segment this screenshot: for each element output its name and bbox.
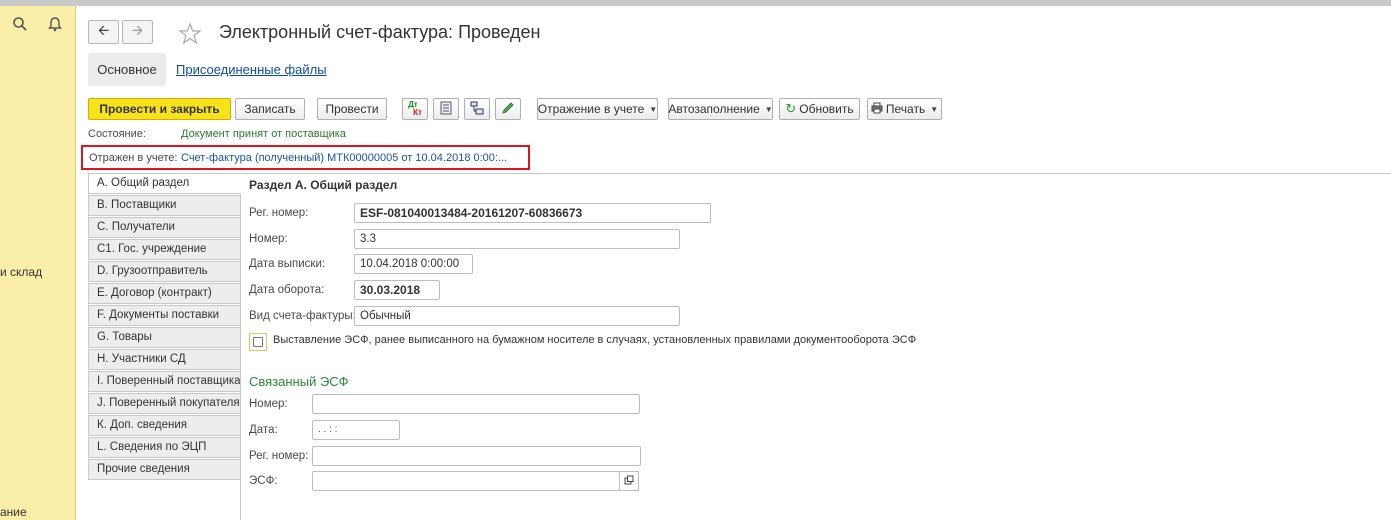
- section-tab[interactable]: Н. Участники СД: [88, 349, 241, 370]
- status-label: Состояние:: [88, 128, 146, 140]
- print-dropdown[interactable]: Печать ▼: [867, 98, 942, 120]
- linked-esf-field[interactable]: [312, 471, 620, 491]
- save-button[interactable]: Записать: [235, 98, 305, 120]
- section-title: Раздел А. Общий раздел: [249, 178, 398, 192]
- linked-number-field[interactable]: [312, 394, 640, 414]
- reg-number-field[interactable]: ESF-081040013484-20161207-60836673: [354, 203, 711, 223]
- dt-kt-icon: Дт Кт: [408, 100, 422, 117]
- left-panel: и склад ание: [0, 6, 76, 520]
- report-button[interactable]: [433, 98, 459, 120]
- turnover-date-label: Дата оборота:: [249, 284, 325, 296]
- chevron-down-icon: ▼: [930, 104, 939, 114]
- printer-icon: [871, 102, 883, 117]
- section-tab[interactable]: С. Получатели: [88, 217, 241, 238]
- section-tab[interactable]: J. Поверенный покупателя: [88, 393, 241, 414]
- section-tab[interactable]: I. Поверенный поставщика: [88, 371, 241, 392]
- linked-date-field[interactable]: . . : :: [312, 420, 400, 440]
- arrow-left-icon: 🡨: [97, 22, 110, 38]
- accounting-dropdown[interactable]: Отражение в учете ▼: [537, 98, 658, 120]
- section-tab[interactable]: G. Товары: [88, 327, 241, 348]
- linked-number-label: Номер:: [249, 398, 288, 410]
- accounting-label: Отражение в учете: [537, 102, 645, 116]
- open-esf-button[interactable]: [619, 471, 639, 491]
- structure-button[interactable]: [464, 98, 490, 120]
- section-tab[interactable]: В. Поставщики: [88, 195, 241, 216]
- invoice-type-label: Вид счета-фактуры:: [249, 310, 356, 322]
- favorite-star-icon[interactable]: [178, 22, 202, 46]
- pencil-icon: [501, 101, 515, 118]
- forward-button[interactable]: 🡪: [122, 20, 153, 44]
- paper-esf-checkbox-label: Выставление ЭСФ, ранее выписанного на бу…: [273, 334, 917, 346]
- status-value: Документ принят от поставщика: [181, 128, 346, 140]
- checkbox-box: [253, 337, 263, 347]
- turnover-date-field[interactable]: 30.03.2018: [354, 280, 440, 300]
- section-tab[interactable]: А. Общий раздел: [88, 173, 241, 194]
- linked-date-label: Дата:: [249, 424, 278, 436]
- refresh-button[interactable]: ↻ Обновить: [779, 98, 860, 120]
- search-icon[interactable]: [12, 16, 32, 36]
- document-form: 🡨 🡪 Электронный счет-фактура: Проведен О…: [77, 6, 1391, 520]
- number-label: Номер:: [249, 233, 288, 245]
- invoice-type-field[interactable]: Обычный: [354, 306, 680, 326]
- status-row: Состояние: Документ принят от поставщика: [88, 128, 346, 140]
- divider: [240, 173, 1391, 174]
- issue-date-field[interactable]: 10.04.2018 0:00:00: [354, 254, 473, 274]
- post-and-close-button[interactable]: Провести и закрыть: [88, 98, 231, 120]
- linked-esf-title: Связанный ЭСФ: [249, 374, 349, 389]
- print-label: Печать: [885, 102, 926, 116]
- dt-kt-button[interactable]: Дт Кт: [402, 98, 428, 120]
- section-tab[interactable]: К. Доп. сведения: [88, 415, 241, 436]
- linked-esf-label: ЭСФ:: [249, 475, 278, 487]
- linked-reg-number-label: Рег. номер:: [249, 450, 309, 462]
- tab-attached-files[interactable]: Присоединенные файлы: [176, 62, 327, 77]
- refresh-label: Обновить: [799, 102, 854, 116]
- section-tab[interactable]: С1. Гос. учреждение: [88, 239, 241, 260]
- refresh-icon: ↻: [785, 101, 797, 116]
- arrow-right-icon: 🡪: [131, 22, 144, 38]
- reg-number-label: Рег. номер:: [249, 207, 309, 219]
- left-panel-text[interactable]: и склад: [0, 265, 42, 279]
- command-bar: Провести и закрыть Записать Провести Дт …: [88, 98, 1378, 122]
- number-field[interactable]: 3.3: [354, 229, 680, 249]
- tab-main[interactable]: Основное: [88, 53, 166, 86]
- paper-esf-checkbox[interactable]: [249, 333, 267, 351]
- linked-reg-number-field[interactable]: [312, 446, 641, 466]
- reflection-label: Отражен в учете:: [89, 152, 178, 164]
- autofill-dropdown[interactable]: Автозаполнение ▼: [668, 98, 773, 120]
- chevron-down-icon: ▼: [764, 104, 773, 114]
- left-panel-text[interactable]: ание: [0, 505, 27, 519]
- autofill-label: Автозаполнение: [668, 102, 760, 116]
- section-tab[interactable]: Е. Договор (контракт): [88, 283, 241, 304]
- edit-button[interactable]: [495, 98, 521, 120]
- accounting-reflection-highlight: Отражен в учете: Счет-фактура (полученны…: [81, 145, 530, 170]
- back-button[interactable]: 🡨: [88, 20, 119, 44]
- open-window-icon: [624, 474, 634, 488]
- section-tab[interactable]: D. Грузоотправитель: [88, 261, 241, 282]
- reflection-link[interactable]: Счет-фактура (полученный) МТК00000005 от…: [181, 152, 507, 164]
- page-title: Электронный счет-фактура: Проведен: [219, 22, 541, 42]
- issue-date-label: Дата выписки:: [249, 258, 326, 270]
- hierarchy-icon: [470, 101, 484, 118]
- post-button[interactable]: Провести: [317, 98, 387, 120]
- section-tab[interactable]: L. Сведения по ЭЦП: [88, 437, 241, 458]
- chevron-down-icon: ▼: [649, 104, 658, 114]
- list-icon: [440, 101, 452, 118]
- bell-icon[interactable]: [47, 16, 67, 36]
- section-tab[interactable]: Прочие сведения: [88, 459, 241, 480]
- section-tab[interactable]: F. Документы поставки: [88, 305, 241, 326]
